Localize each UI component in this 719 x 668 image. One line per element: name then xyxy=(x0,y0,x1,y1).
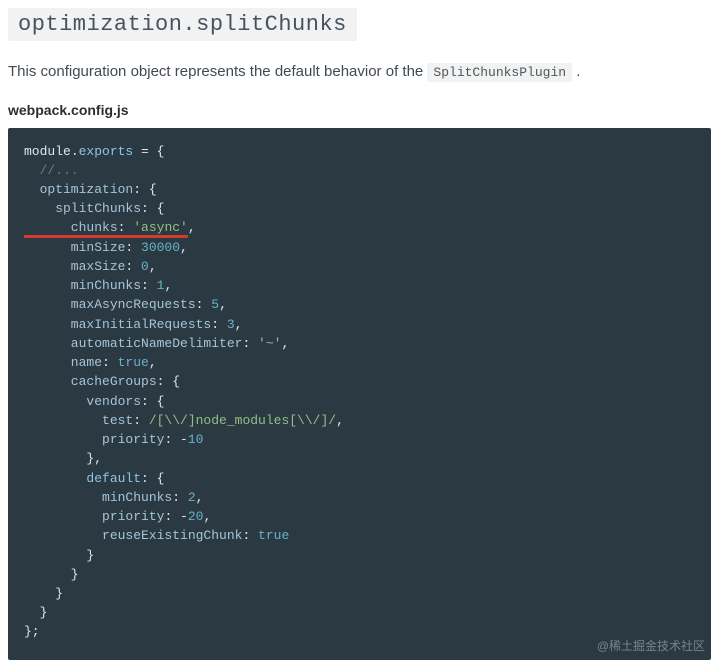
code-token: , xyxy=(235,317,243,332)
watermark-text: @稀土掘金技术社区 xyxy=(597,638,705,656)
code-token: : - xyxy=(164,509,187,524)
code-token: '~' xyxy=(258,336,281,351)
code-block: module.exports = { //... optimization: {… xyxy=(8,128,711,660)
code-token: 3 xyxy=(227,317,235,332)
code-token: }; xyxy=(24,624,40,639)
code-token: : - xyxy=(164,432,187,447)
code-token: : xyxy=(242,528,258,543)
code-token: priority xyxy=(24,432,164,447)
code-token: optimization xyxy=(24,182,133,197)
code-token: , xyxy=(336,413,344,428)
code-token: module xyxy=(24,144,71,159)
code-token: maxInitialRequests xyxy=(24,317,211,332)
code-token: } xyxy=(24,548,94,563)
code-token: , xyxy=(180,240,188,255)
code-token: = { xyxy=(133,144,164,159)
code-token: 30000 xyxy=(141,240,180,255)
code-token: , xyxy=(149,355,157,370)
code-token: , xyxy=(149,259,157,274)
code-token: , xyxy=(188,220,196,235)
code-token: maxAsyncRequests xyxy=(24,297,196,312)
code-token: : xyxy=(118,220,134,235)
code-token: : xyxy=(172,490,188,505)
code-token: : xyxy=(141,278,157,293)
code-token: : xyxy=(133,413,149,428)
code-token: } xyxy=(24,567,79,582)
code-token: : xyxy=(102,355,118,370)
code-token: : xyxy=(196,297,212,312)
code-token: splitChunks xyxy=(24,201,141,216)
code-token: , xyxy=(281,336,289,351)
code-token: 10 xyxy=(188,432,204,447)
code-token: : xyxy=(125,240,141,255)
code-token: , xyxy=(203,509,211,524)
code-token: default xyxy=(24,471,141,486)
code-token: : { xyxy=(141,471,164,486)
code-token: true xyxy=(258,528,289,543)
code-token: /[\\/]node_modules[\\/]/ xyxy=(149,413,336,428)
code-token: : { xyxy=(141,201,164,216)
code-token: name xyxy=(24,355,102,370)
code-token: 5 xyxy=(211,297,219,312)
code-token: minChunks xyxy=(24,490,172,505)
code-token: }, xyxy=(24,451,102,466)
code-token: cacheGroups xyxy=(24,374,157,389)
code-token: chunks xyxy=(24,220,118,235)
code-token: : xyxy=(125,259,141,274)
code-token: , xyxy=(164,278,172,293)
intro-text-post: . xyxy=(572,63,580,80)
code-token: : { xyxy=(133,182,156,197)
code-token: maxSize xyxy=(24,259,125,274)
intro-text-pre: This configuration object represents the… xyxy=(8,63,427,80)
code-token: , xyxy=(219,297,227,312)
code-token: priority xyxy=(24,509,164,524)
code-token: : xyxy=(211,317,227,332)
intro-paragraph: This configuration object represents the… xyxy=(8,61,711,84)
code-token: vendors xyxy=(24,394,141,409)
code-token: minSize xyxy=(24,240,125,255)
code-token: 20 xyxy=(188,509,204,524)
code-token: } xyxy=(24,605,47,620)
code-token: : { xyxy=(157,374,180,389)
code-token: : xyxy=(242,336,258,351)
code-token: : { xyxy=(141,394,164,409)
code-token: , xyxy=(196,490,204,505)
highlighted-line: chunks: 'async' xyxy=(24,222,188,237)
code-token: minChunks xyxy=(24,278,141,293)
code-token: reuseExistingChunk xyxy=(24,528,242,543)
code-token: 0 xyxy=(141,259,149,274)
code-token: 2 xyxy=(188,490,196,505)
code-token: //... xyxy=(24,163,79,178)
code-token: exports xyxy=(79,144,134,159)
code-token: automaticNameDelimiter xyxy=(24,336,242,351)
code-token: test xyxy=(24,413,133,428)
code-token: 'async' xyxy=(133,220,188,235)
intro-inline-code: SplitChunksPlugin xyxy=(427,63,572,82)
code-token: . xyxy=(71,144,79,159)
code-filename: webpack.config.js xyxy=(8,102,711,118)
code-token: true xyxy=(118,355,149,370)
code-token: } xyxy=(24,586,63,601)
section-heading: optimization.splitChunks xyxy=(8,8,357,41)
